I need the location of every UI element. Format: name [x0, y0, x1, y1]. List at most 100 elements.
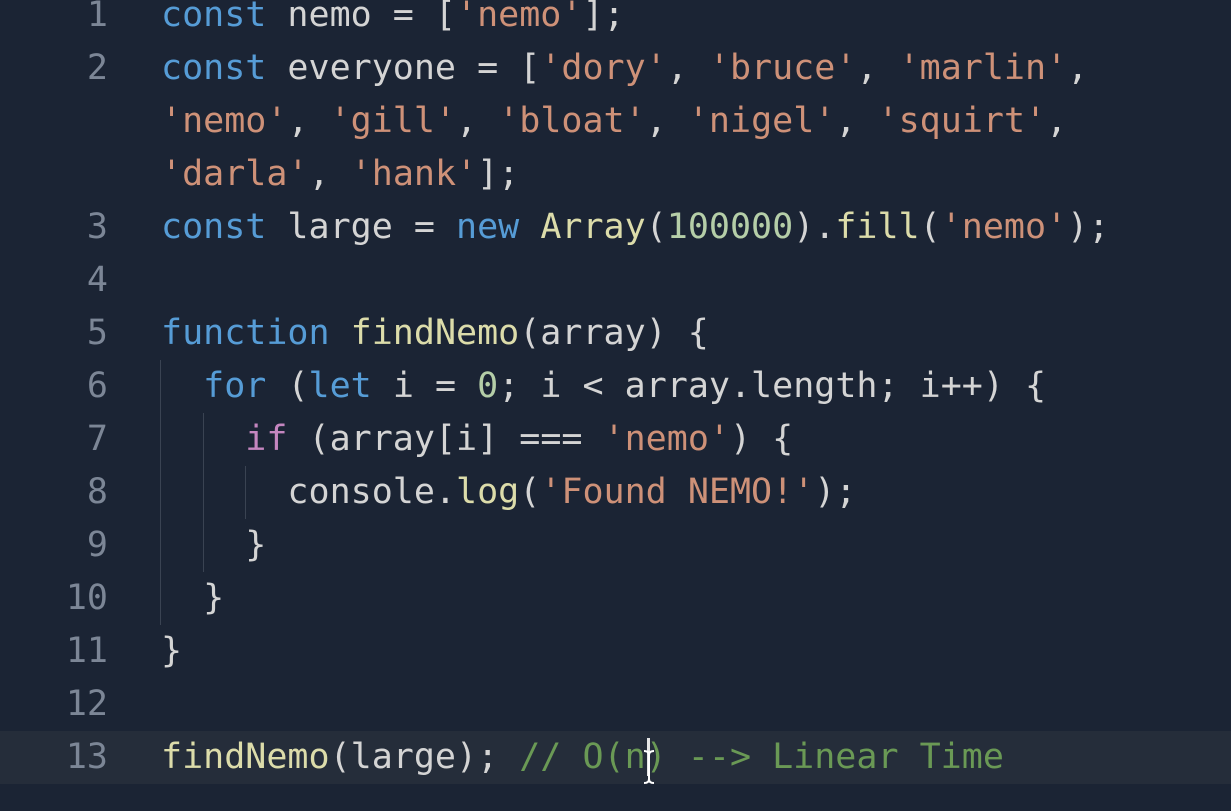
code-token: (array[i] ===	[287, 419, 604, 459]
code-token: ,	[1046, 101, 1068, 141]
code-token: ,	[856, 48, 899, 88]
code-token: 'Found NEMO!'	[540, 472, 815, 512]
code-token: }	[161, 631, 183, 671]
line-number: 13	[65, 737, 108, 777]
code-text: const large = new Array(100000).fill('ne…	[161, 201, 1109, 254]
code-line[interactable]: 5 function findNemo(array) {	[0, 307, 1231, 360]
indent-guide	[160, 360, 161, 625]
code-token: large =	[266, 207, 457, 247]
code-line[interactable]: 13 findNemo(large); // O(n) --> Linear Ti…	[0, 731, 1231, 784]
code-text: }	[161, 519, 266, 572]
code-line[interactable]: 3 const large = new Array(100000).fill('n…	[0, 201, 1231, 254]
code-token: nemo = [	[266, 0, 457, 35]
code-line[interactable]: 9 }	[0, 519, 1231, 572]
code-token: ,	[666, 48, 709, 88]
code-text: const everyone = ['dory', 'bruce', 'marl…	[161, 42, 1088, 95]
code-token: ,	[645, 101, 688, 141]
code-text: const nemo = ['nemo'];	[161, 0, 625, 42]
code-token: (large);	[329, 737, 520, 777]
code-token: console.	[161, 472, 457, 512]
code-token: for	[203, 366, 267, 406]
code-token: ) {	[729, 419, 794, 459]
code-token: new	[456, 207, 520, 247]
code-text: if (array[i] === 'nemo') {	[161, 413, 793, 466]
code-token: 'nemo'	[456, 0, 583, 35]
code-token: ,	[1067, 48, 1089, 88]
code-token: 0	[477, 366, 499, 406]
code-token: 'marlin'	[898, 48, 1068, 88]
code-token: 'bruce'	[708, 48, 857, 88]
code-token: }	[161, 578, 225, 618]
line-number: 11	[65, 631, 108, 671]
line-number: 7	[86, 419, 108, 459]
code-line[interactable]: 6 for (let i = 0; i < array.length; i++)…	[0, 360, 1231, 413]
code-line[interactable]: 'darla', 'hank'];	[0, 148, 1231, 201]
code-token: }	[161, 525, 267, 565]
code-token: ];	[477, 154, 520, 194]
code-line[interactable]: 7 if (array[i] === 'nemo') {	[0, 413, 1231, 466]
code-token: 'nemo'	[940, 207, 1068, 247]
code-line[interactable]: 1 const nemo = ['nemo'];	[0, 0, 1231, 42]
line-number: 2	[86, 48, 108, 88]
line-number: 9	[86, 525, 108, 565]
code-token: ,	[456, 101, 499, 141]
line-number: 1	[86, 0, 108, 35]
code-token: 'hank'	[350, 154, 478, 194]
code-token: 'bloat'	[498, 101, 646, 141]
code-token: fill	[835, 207, 920, 247]
code-token: const	[161, 48, 267, 88]
code-text: findNemo(large); // O(n) --> Linear Time	[161, 731, 1004, 784]
code-token: 'gill'	[329, 101, 457, 141]
code-line[interactable]: 10 }	[0, 572, 1231, 625]
code-token: findNemo	[350, 313, 520, 353]
code-token: );	[1067, 207, 1110, 247]
code-line[interactable]: 4	[0, 254, 1231, 307]
code-token: (	[519, 472, 541, 512]
code-token: findNemo	[161, 737, 330, 777]
code-token: log	[456, 472, 520, 512]
code-line[interactable]: 8 console.log('Found NEMO!');	[0, 466, 1231, 519]
code-token: (array) {	[519, 313, 709, 353]
code-token: let	[308, 366, 372, 406]
code-line[interactable]: 'nemo', 'gill', 'bloat', 'nigel', 'squir…	[0, 95, 1231, 148]
code-line[interactable]: 12	[0, 678, 1231, 731]
code-token: 'nigel'	[687, 101, 836, 141]
code-line[interactable]: 11}	[0, 625, 1231, 678]
indent-guide	[203, 413, 204, 572]
code-line[interactable]: 2 const everyone = ['dory', 'bruce', 'mar…	[0, 42, 1231, 95]
code-token: i =	[371, 366, 478, 406]
code-token: 'squirt'	[877, 101, 1047, 141]
indent-guide	[245, 466, 246, 519]
code-token: ,	[308, 154, 351, 194]
code-token: (	[645, 207, 667, 247]
code-token: 100000	[666, 207, 794, 247]
code-token: );	[814, 472, 857, 512]
code-text: for (let i = 0; i < array.length; i++) {	[161, 360, 1046, 413]
code-token: ];	[582, 0, 625, 35]
code-editor[interactable]: 1 const nemo = ['nemo']; 2 const everyone =…	[0, 0, 1231, 811]
code-token: // O(n) --> Linear Time	[519, 737, 1004, 777]
code-token: function	[161, 313, 330, 353]
code-token: ; i < array.length; i++) {	[498, 366, 1047, 406]
code-text: 'nemo', 'gill', 'bloat', 'nigel', 'squir…	[161, 95, 1067, 148]
line-number: 4	[86, 260, 108, 300]
ibeam-pointer-icon	[643, 750, 655, 784]
line-number: 3	[86, 207, 108, 247]
code-token: 'darla'	[161, 154, 309, 194]
line-number: 6	[86, 366, 108, 406]
code-token: ,	[835, 101, 878, 141]
code-text: }	[161, 625, 182, 678]
code-text: }	[161, 572, 224, 625]
line-number: 8	[86, 472, 108, 512]
code-token: (	[919, 207, 941, 247]
code-token: 'nemo'	[603, 419, 730, 459]
code-token: ).	[793, 207, 836, 247]
code-token: ,	[287, 101, 330, 141]
code-token: 'nemo'	[161, 101, 288, 141]
code-token: everyone = [	[266, 48, 541, 88]
code-token: Array	[540, 207, 646, 247]
line-number: 12	[65, 684, 108, 724]
